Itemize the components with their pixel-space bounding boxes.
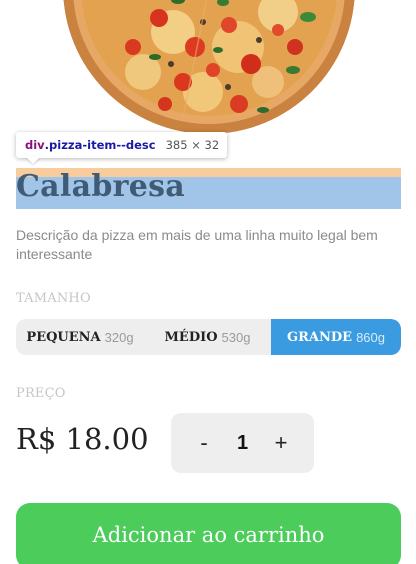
quantity-value: 1 bbox=[236, 431, 249, 454]
price-section-label: PREÇO bbox=[16, 386, 66, 401]
size-option-name: MÉDIO bbox=[164, 329, 218, 345]
pizza-image bbox=[63, 0, 355, 134]
pizza-description: Descrição da pizza em mais de uma linha … bbox=[16, 227, 378, 262]
inspector-tooltip: div .pizza-item--desc 385 × 32 bbox=[16, 132, 228, 158]
size-option-large[interactable]: GRANDE 860g bbox=[271, 319, 401, 355]
add-to-cart-button[interactable]: Adicionar ao carrinho bbox=[16, 503, 401, 564]
size-option-small[interactable]: PEQUENA 320g bbox=[16, 319, 144, 355]
size-option-name: GRANDE bbox=[287, 329, 353, 345]
size-option-weight: 530g bbox=[221, 329, 251, 345]
pizza-price: R$ 18.00 bbox=[16, 422, 149, 456]
inspector-class: .pizza-item--desc bbox=[44, 138, 156, 152]
size-option-medium[interactable]: MÉDIO 530g bbox=[144, 319, 271, 355]
pizza-title: Calabresa bbox=[16, 169, 186, 204]
inspector-tag: div bbox=[25, 138, 45, 152]
quantity-increase-button[interactable]: + bbox=[273, 430, 289, 456]
quantity-decrease-button[interactable]: - bbox=[196, 430, 212, 456]
size-option-weight: 320g bbox=[104, 329, 134, 345]
quantity-stepper: - 1 + bbox=[171, 413, 314, 473]
inspector-dimensions: 385 × 32 bbox=[165, 138, 220, 152]
size-selector: PEQUENA 320g MÉDIO 530g GRANDE 860g bbox=[16, 319, 401, 355]
size-section-label: TAMANHO bbox=[16, 291, 91, 306]
size-option-name: PEQUENA bbox=[26, 329, 101, 345]
size-option-weight: 860g bbox=[356, 329, 385, 345]
inspector-tooltip-arrow bbox=[26, 157, 40, 164]
